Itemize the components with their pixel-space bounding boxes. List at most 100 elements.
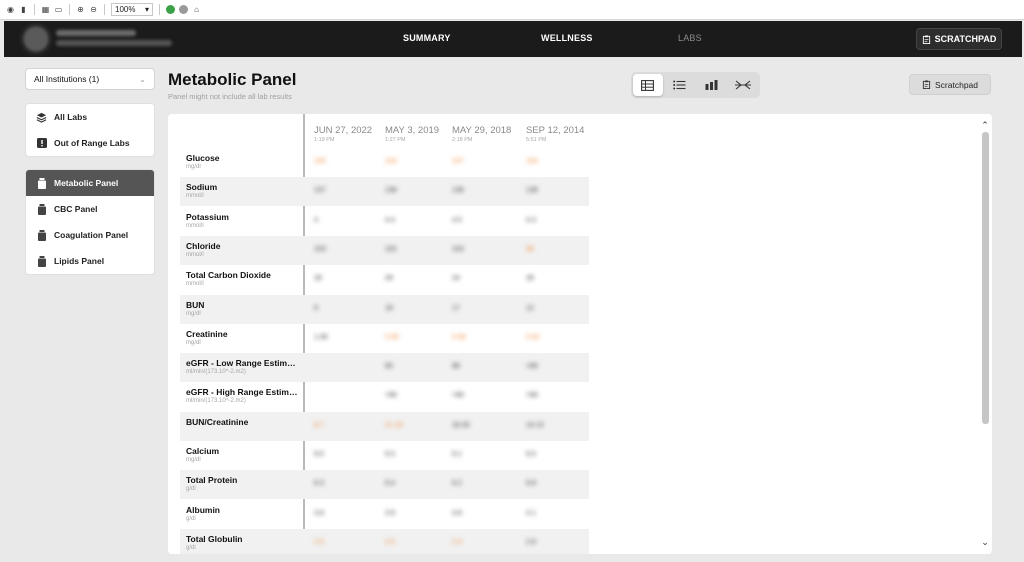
lab-value-cell[interactable]: 9.1 xyxy=(452,451,462,458)
lab-value-cell[interactable]: 6.8 xyxy=(526,480,536,487)
lab-value-cell[interactable]: 104 xyxy=(526,158,538,165)
lab-value-cell[interactable]: 12 xyxy=(526,305,534,312)
scroll-down-arrow[interactable]: ⌄ xyxy=(980,537,990,547)
lab-value-cell[interactable]: 9.5 xyxy=(526,451,536,458)
scratchpad-button[interactable]: Scratchpad xyxy=(909,74,991,95)
table-row[interactable]: Chloride mmol/l 103 102 103 98 xyxy=(180,235,589,265)
lab-value-cell[interactable]: 0.58 xyxy=(452,334,466,341)
table-row[interactable]: Total Protein g/dl 6.3 6.4 6.2 6.8 xyxy=(180,470,589,500)
lab-value-cell[interactable]: 4.3 xyxy=(526,217,536,224)
lab-value-cell[interactable]: 2.4 xyxy=(452,539,462,546)
lab-value-cell[interactable]: 18 xyxy=(385,305,393,312)
sidebar-item-out-of-range[interactable]: Out of Range Labs xyxy=(26,130,154,156)
list-view-button[interactable] xyxy=(665,74,695,96)
lab-value-cell[interactable]: 28 xyxy=(314,275,322,282)
lab-value-cell[interactable]: 1.06 xyxy=(314,334,328,341)
lab-name: Total Carbon Dioxide xyxy=(186,270,271,281)
table-row[interactable]: eGFR - Low Range Estimate ml/min/(173.10^… xyxy=(180,353,589,383)
lab-value-cell[interactable]: 3.9 xyxy=(385,510,395,517)
lab-value-cell[interactable]: 2.8 xyxy=(526,539,536,546)
lab-value-cell[interactable]: 103 xyxy=(452,246,464,253)
home-icon[interactable]: ⌂ xyxy=(192,5,201,14)
lab-value-cell[interactable]: 4 xyxy=(314,217,318,224)
lab-value-cell[interactable]: 21.18 xyxy=(385,422,403,429)
institution-select[interactable]: All Institutions (1) ⌄ xyxy=(25,68,155,90)
copy-icon[interactable]: ▭ xyxy=(54,5,63,14)
page-icon[interactable]: ▮ xyxy=(19,5,28,14)
table-row[interactable]: Total Globulin g/dl 2.5 2.5 2.4 2.8 xyxy=(180,528,589,554)
scroll-up-arrow[interactable]: ⌃ xyxy=(980,120,990,130)
lab-value-cell[interactable]: 6.2 xyxy=(452,480,462,487)
table-row[interactable]: Creatinine mg/dl 1.06 0.85 0.58 0.82 xyxy=(180,324,589,353)
sidebar-item-metabolic-panel[interactable]: Metabolic Panel xyxy=(26,170,154,196)
print-icon[interactable]: ▦ xyxy=(41,5,50,14)
table-row[interactable]: Glucose mg/dl 105 104 107 104 xyxy=(180,148,589,177)
lab-value-cell[interactable]: 103 xyxy=(314,246,326,253)
lab-unit: ml/min/(173.10^-2.m2) xyxy=(186,398,246,405)
zoom-out-icon[interactable]: ⊖ xyxy=(89,5,98,14)
lab-value-cell[interactable]: 0.85 xyxy=(385,334,399,341)
lab-value-cell[interactable]: >90 xyxy=(526,363,538,370)
table-row[interactable]: Calcium mg/dl 9.5 9.3 9.1 9.5 xyxy=(180,441,589,470)
lab-value-cell[interactable]: 18.33 xyxy=(452,422,470,429)
lab-value-cell[interactable]: 14.13 xyxy=(526,422,544,429)
lab-value-cell[interactable]: 28 xyxy=(385,275,393,282)
table-row[interactable]: Albumin g/dl 3.8 3.9 3.8 4.1 xyxy=(180,500,589,529)
lab-value-cell[interactable]: 3.8 xyxy=(314,510,324,517)
table-row[interactable]: Total Carbon Dioxide mmol/l 28 28 24 28 xyxy=(180,265,589,294)
lab-value-cell[interactable]: 4.4 xyxy=(385,217,395,224)
lab-value-cell[interactable]: 104 xyxy=(385,158,397,165)
lab-value-cell[interactable]: 24 xyxy=(452,275,460,282)
table-row[interactable]: eGFR - High Range Estimate ml/min/(173.10… xyxy=(180,382,589,411)
sidebar-item-cbc-panel[interactable]: CBC Panel xyxy=(26,196,154,222)
lab-value-cell[interactable]: 98 xyxy=(526,246,534,253)
lab-value-cell[interactable]: >90 xyxy=(385,392,397,399)
binoculars-icon[interactable]: ◉ xyxy=(6,5,15,14)
lab-value-cell[interactable]: 6.4 xyxy=(385,480,395,487)
chart-view-button[interactable] xyxy=(697,74,727,96)
scrollbar-thumb[interactable] xyxy=(982,132,989,424)
lab-value-cell[interactable]: 9.3 xyxy=(385,451,395,458)
stop-icon[interactable] xyxy=(179,5,188,14)
lab-value-cell[interactable]: 9.5 xyxy=(314,451,324,458)
scratchpad-header-button[interactable]: SCRATCHPAD xyxy=(916,28,1002,50)
column-date: MAY 3, 2019 xyxy=(385,125,440,136)
lab-value-cell[interactable]: 107 xyxy=(452,158,464,165)
lab-value-cell[interactable]: 138 xyxy=(452,187,464,194)
table-row[interactable]: Sodium mmol/l 137 138 138 138 xyxy=(180,177,589,207)
lab-value-cell[interactable]: 17 xyxy=(452,305,460,312)
lab-value-cell[interactable]: 2.5 xyxy=(314,539,324,546)
table-view-button[interactable] xyxy=(633,74,663,96)
zoom-in-icon[interactable]: ⊕ xyxy=(76,5,85,14)
lab-value-cell[interactable]: 6.3 xyxy=(314,480,324,487)
lab-value-cell[interactable]: 138 xyxy=(526,187,538,194)
sidebar-item-all-labs[interactable]: All Labs xyxy=(26,104,154,130)
lab-value-cell[interactable]: 0.82 xyxy=(526,334,540,341)
lab-value-cell[interactable]: >90 xyxy=(452,392,464,399)
sidebar-item-coagulation-panel[interactable]: Coagulation Panel xyxy=(26,222,154,248)
go-icon[interactable] xyxy=(166,5,175,14)
lab-value-cell[interactable]: 138 xyxy=(385,187,397,194)
lab-value-cell[interactable]: 88 xyxy=(452,363,460,370)
lab-value-cell[interactable]: 2.5 xyxy=(385,539,395,546)
lab-value-cell[interactable]: 105 xyxy=(314,158,326,165)
table-row[interactable]: Potassium mmol/l 4 4.4 4.5 4.3 xyxy=(180,207,589,236)
lab-value-cell[interactable]: 28 xyxy=(526,275,534,282)
lab-value-cell[interactable]: 4.5 xyxy=(452,217,462,224)
compare-view-button[interactable] xyxy=(728,74,758,96)
table-row[interactable]: BUN mg/dl 9 18 17 12 xyxy=(180,294,589,324)
nav-tab-summary[interactable]: SUMMARY xyxy=(403,33,451,43)
lab-value-cell[interactable]: >90 xyxy=(526,392,538,399)
lab-value-cell[interactable]: 60 xyxy=(385,363,393,370)
lab-value-cell[interactable]: 8.7 xyxy=(314,422,324,429)
lab-value-cell[interactable]: 4.1 xyxy=(526,510,536,517)
lab-value-cell[interactable]: 3.8 xyxy=(452,510,462,517)
nav-tab-wellness[interactable]: WELLNESS xyxy=(541,33,593,43)
zoom-select[interactable]: 100% ▾ xyxy=(111,3,153,16)
lab-value-cell[interactable]: 102 xyxy=(385,246,397,253)
lab-value-cell[interactable]: 9 xyxy=(314,305,318,312)
sidebar-item-lipids-panel[interactable]: Lipids Panel xyxy=(26,248,154,274)
nav-tab-labs[interactable]: LABS xyxy=(678,33,702,43)
lab-value-cell[interactable]: 137 xyxy=(314,187,326,194)
table-row[interactable]: BUN/Creatinine 8.7 21.18 18.33 14.13 xyxy=(180,411,589,441)
